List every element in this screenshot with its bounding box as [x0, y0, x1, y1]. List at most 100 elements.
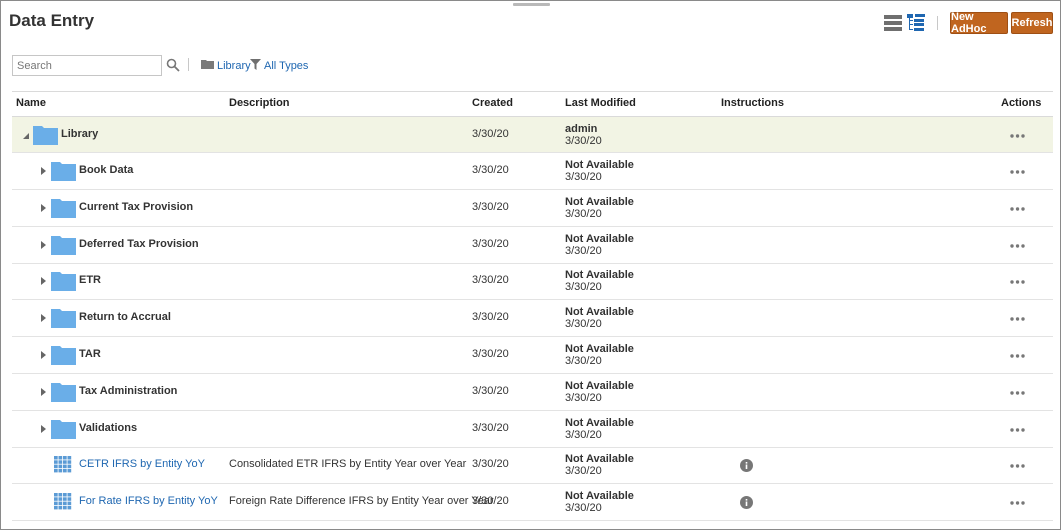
- modified-date: 3/30/20: [565, 244, 602, 257]
- type-filter[interactable]: All Types: [250, 59, 308, 73]
- row-name[interactable]: Book Data: [79, 164, 133, 176]
- row-actions-icon[interactable]: [1009, 461, 1029, 471]
- row-last-modified: Not Available 3/30/20: [565, 233, 634, 257]
- row-description: Consolidated ETR IFRS by Entity Year ove…: [229, 458, 467, 471]
- column-header-description[interactable]: Description: [229, 97, 290, 109]
- row-name[interactable]: Deferred Tax Provision: [79, 238, 199, 250]
- row-created: 3/30/20: [472, 495, 509, 508]
- row-created: 3/30/20: [472, 421, 509, 434]
- row-description: Foreign Rate Difference IFRS by Entity Y…: [229, 495, 494, 508]
- row-actions-icon[interactable]: [1009, 277, 1029, 287]
- row-last-modified: Not Available 3/30/20: [565, 490, 634, 514]
- info-icon[interactable]: [740, 496, 753, 510]
- row-last-modified: Not Available 3/30/20: [565, 269, 634, 293]
- folder-row[interactable]: Return to Accrual 3/30/20 Not Available 3/3…: [12, 300, 1053, 338]
- row-name[interactable]: ETR: [79, 274, 101, 286]
- collapse-arrow-icon[interactable]: [21, 130, 31, 140]
- expand-arrow-icon[interactable]: [38, 276, 48, 286]
- modified-by: Not Available: [565, 490, 634, 503]
- new-adhoc-button[interactable]: New AdHoc: [950, 11, 1008, 35]
- modified-date: 3/30/20: [565, 135, 602, 147]
- column-header-instructions[interactable]: Instructions: [721, 97, 784, 109]
- library-filter-label: Library: [217, 59, 251, 72]
- expand-arrow-icon[interactable]: [38, 387, 48, 397]
- row-last-modified: Not Available 3/30/20: [565, 417, 634, 441]
- search-divider: [188, 58, 189, 71]
- column-header-name[interactable]: Name: [16, 97, 46, 109]
- row-name[interactable]: Return to Accrual: [79, 311, 171, 323]
- search-icon[interactable]: [166, 58, 180, 72]
- row-created: 3/30/20: [472, 458, 509, 471]
- list-view-icon[interactable]: [884, 14, 902, 32]
- library-filter[interactable]: Library: [201, 59, 251, 72]
- row-name[interactable]: Library: [61, 128, 98, 140]
- row-last-modified: admin 3/30/20: [565, 123, 602, 147]
- row-created: 3/30/20: [472, 274, 509, 287]
- type-filter-label: All Types: [264, 60, 309, 72]
- folder-icon: [51, 197, 76, 218]
- folder-row[interactable]: ETR 3/30/20 Not Available 3/30/20: [12, 263, 1053, 301]
- row-actions-icon[interactable]: [1009, 314, 1029, 324]
- row-actions-icon[interactable]: [1009, 425, 1029, 435]
- row-actions-icon[interactable]: [1009, 241, 1029, 251]
- filter-icon: [250, 59, 261, 73]
- column-header-created[interactable]: Created: [472, 97, 513, 109]
- modified-by: Not Available: [565, 306, 634, 319]
- modified-date: 3/30/20: [565, 428, 602, 441]
- row-actions-icon[interactable]: [1009, 131, 1029, 141]
- folder-row[interactable]: TAR 3/30/20 Not Available 3/30/20: [12, 337, 1053, 374]
- folder-row[interactable]: Library 3/30/20 admin 3/30/20: [12, 116, 1053, 153]
- row-name[interactable]: Tax Administration: [79, 385, 177, 397]
- modified-by: Not Available: [565, 379, 634, 392]
- expand-arrow-icon[interactable]: [38, 240, 48, 250]
- modified-by: Not Available: [565, 232, 634, 245]
- modified-date: 3/30/20: [565, 281, 602, 294]
- drag-handle[interactable]: [513, 3, 550, 6]
- expand-arrow-icon[interactable]: [38, 166, 48, 176]
- folder-row[interactable]: Deferred Tax Provision 3/30/20 Not Availab…: [12, 227, 1053, 264]
- info-icon[interactable]: [740, 459, 753, 473]
- column-header-last-modified[interactable]: Last Modified: [565, 97, 636, 109]
- row-name-link[interactable]: CETR IFRS by Entity YoY: [79, 458, 205, 470]
- expand-arrow-icon[interactable]: [38, 350, 48, 360]
- expand-arrow-icon[interactable]: [38, 313, 48, 323]
- folder-row[interactable]: Validations 3/30/20 Not Available 3/30/20: [12, 411, 1053, 448]
- row-created: 3/30/20: [472, 237, 509, 250]
- form-row[interactable]: CETR IFRS by Entity YoY Consolidated ETR …: [12, 447, 1053, 485]
- folder-icon: [51, 270, 76, 292]
- refresh-button[interactable]: Refresh: [1011, 12, 1053, 34]
- row-name[interactable]: TAR: [79, 348, 101, 360]
- folder-row[interactable]: Book Data 3/30/20 Not Available 3/30/20: [12, 153, 1053, 190]
- search-input[interactable]: [12, 55, 162, 76]
- modified-date: 3/30/20: [565, 171, 602, 183]
- toolbar-divider: [937, 16, 938, 30]
- folder-icon: [51, 381, 76, 402]
- form-row[interactable]: For Rate IFRS by Entity YoY Foreign Rate …: [12, 484, 1053, 522]
- row-actions-icon[interactable]: [1009, 204, 1029, 214]
- row-created: 3/30/20: [472, 384, 509, 397]
- row-actions-icon[interactable]: [1009, 388, 1029, 398]
- row-actions-icon[interactable]: [1009, 498, 1029, 508]
- row-last-modified: Not Available 3/30/20: [565, 453, 634, 477]
- row-created: 3/30/20: [472, 164, 509, 176]
- expand-arrow-icon[interactable]: [38, 424, 48, 434]
- row-name[interactable]: Current Tax Provision: [79, 201, 193, 213]
- folder-row[interactable]: Current Tax Provision 3/30/20 Not Availabl…: [12, 190, 1053, 227]
- row-actions-icon[interactable]: [1009, 351, 1029, 361]
- folder-icon: [51, 344, 76, 365]
- expand-arrow-icon[interactable]: [38, 203, 48, 213]
- row-created: 3/30/20: [472, 311, 509, 324]
- tree-view-icon[interactable]: [907, 14, 925, 32]
- modified-by: Not Available: [565, 269, 634, 282]
- row-last-modified: Not Available 3/30/20: [565, 196, 634, 220]
- folder-icon: [201, 59, 214, 72]
- modified-by: admin: [565, 123, 598, 135]
- table-header: Name Description Created Last Modified I…: [12, 91, 1053, 116]
- modified-by: Not Available: [565, 195, 634, 208]
- column-header-actions[interactable]: Actions: [1001, 97, 1041, 109]
- modified-by: Not Available: [565, 343, 634, 355]
- row-name[interactable]: Validations: [79, 422, 137, 434]
- row-actions-icon[interactable]: [1009, 167, 1029, 177]
- row-name-link[interactable]: For Rate IFRS by Entity YoY: [79, 495, 218, 507]
- folder-row[interactable]: Tax Administration 3/30/20 Not Available 3/…: [12, 374, 1053, 411]
